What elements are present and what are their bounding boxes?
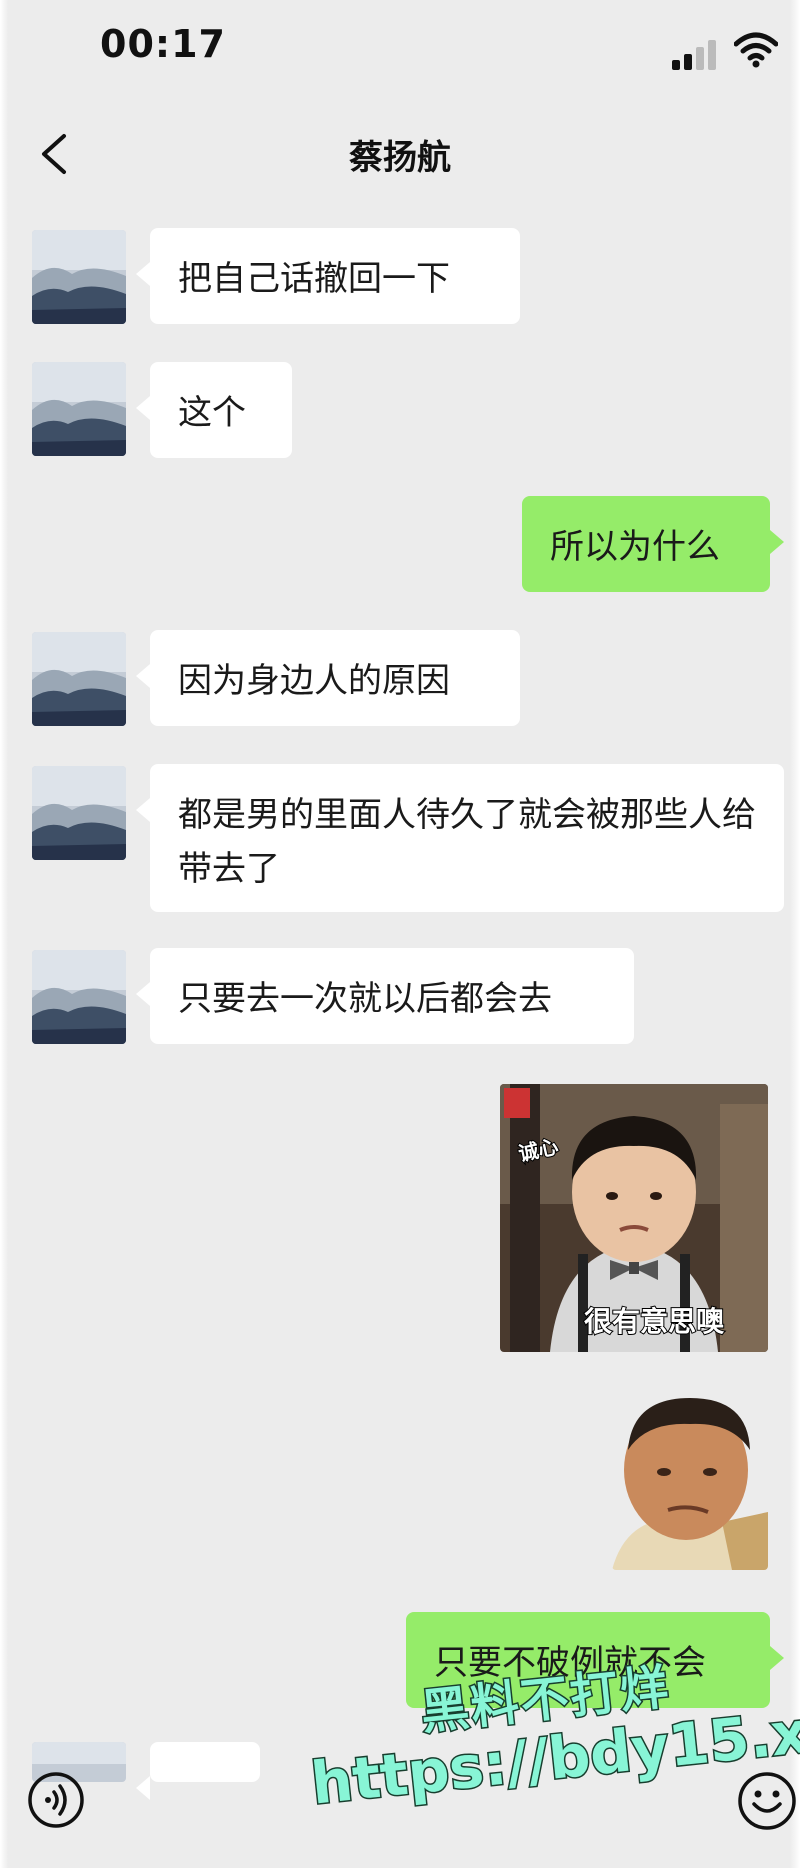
chat-screen: 00:17 蔡扬航 把自己话撤回一下 这个 所以为什么 因为身边人的原因 都是男… <box>0 0 800 1868</box>
sticker-man-image <box>612 1392 768 1570</box>
contact-avatar[interactable] <box>32 950 126 1044</box>
signal-icon <box>672 38 722 70</box>
screen-edge-right <box>790 0 800 1868</box>
voice-input-icon[interactable] <box>26 1770 86 1830</box>
contact-avatar[interactable] <box>32 362 126 456</box>
contact-avatar[interactable] <box>32 766 126 860</box>
sticker-man[interactable] <box>612 1392 768 1570</box>
message-bubble-incoming-partial[interactable] <box>136 1742 260 1800</box>
message-text: 所以为什么 <box>550 527 720 567</box>
chat-title: 蔡扬航 <box>349 138 451 178</box>
landscape-avatar-icon <box>32 362 126 456</box>
screen-edge-left <box>0 0 8 1868</box>
landscape-avatar-icon <box>32 950 126 1044</box>
emoji-icon[interactable] <box>736 1770 798 1832</box>
landscape-avatar-icon <box>32 230 126 324</box>
message-text: 因为身边人的原因 <box>178 661 450 701</box>
message-bubble-incoming[interactable]: 把自己话撤回一下 <box>136 228 520 324</box>
sticker-caption: 很有意思噢 <box>583 1304 725 1339</box>
message-bubble-outgoing[interactable]: 所以为什么 <box>522 496 784 592</box>
message-text: 把自己话撤回一下 <box>178 259 450 299</box>
contact-avatar[interactable] <box>32 230 126 324</box>
message-text: 都是男的里面人待久了就会被那些人给带去了 <box>178 795 756 889</box>
contact-avatar[interactable] <box>32 632 126 726</box>
sticker-kid[interactable]: 诚心 很有意思噢 <box>500 1084 768 1352</box>
landscape-avatar-icon <box>32 632 126 726</box>
message-bubble-incoming[interactable]: 只要去一次就以后都会去 <box>136 948 634 1044</box>
message-bubble-incoming[interactable]: 这个 <box>136 362 292 458</box>
message-bubble-incoming[interactable]: 因为身边人的原因 <box>136 630 520 726</box>
message-text: 只要去一次就以后都会去 <box>178 979 552 1019</box>
wifi-icon <box>734 32 778 68</box>
status-time: 00:17 <box>100 22 226 66</box>
message-bubble-incoming[interactable]: 都是男的里面人待久了就会被那些人给带去了 <box>136 764 784 912</box>
message-text: 这个 <box>178 393 246 433</box>
landscape-avatar-icon <box>32 766 126 860</box>
